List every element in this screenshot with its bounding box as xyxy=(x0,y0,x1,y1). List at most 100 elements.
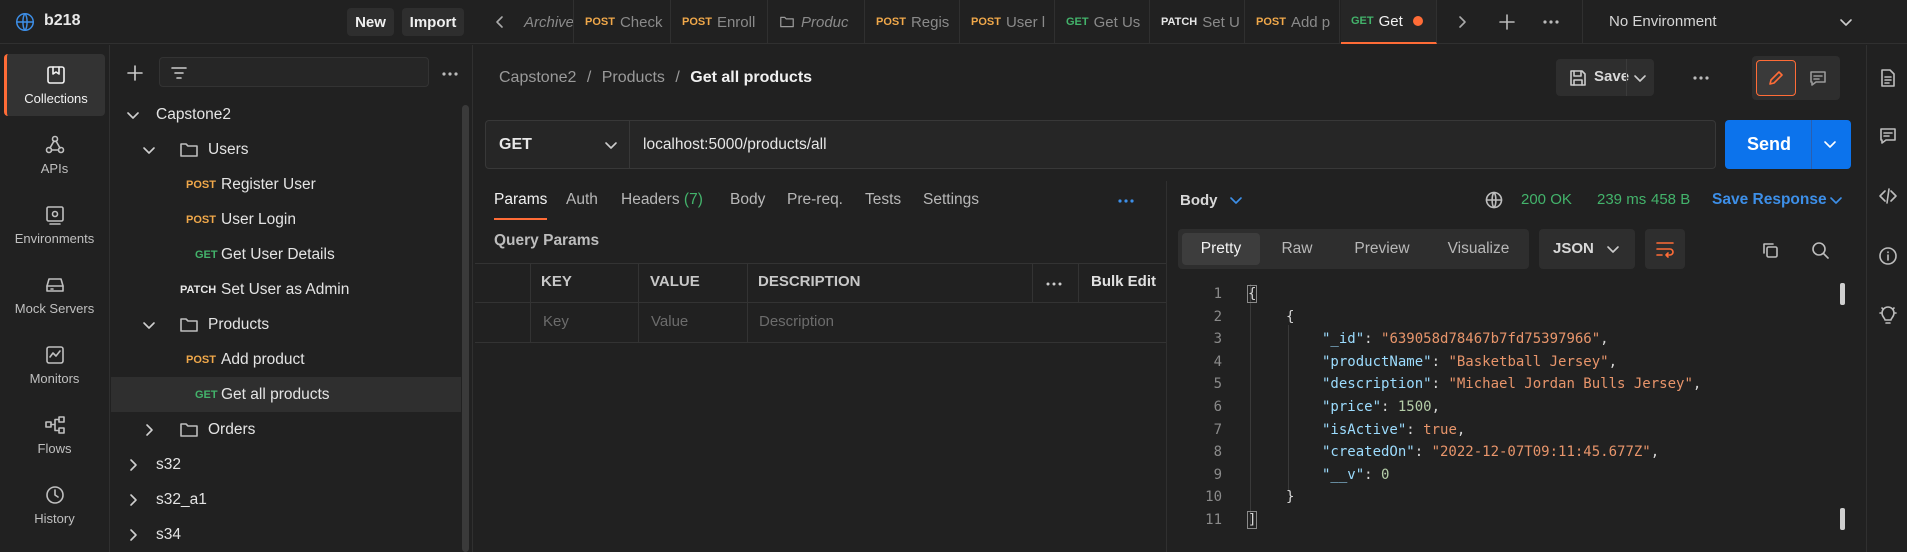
info-icon[interactable] xyxy=(1878,246,1898,266)
json-value: 0 xyxy=(1381,466,1390,483)
response-time[interactable]: 239 ms xyxy=(1597,191,1646,208)
chevron-right-icon[interactable] xyxy=(1452,12,1472,32)
tab-post-user-login[interactable]: POST User l xyxy=(961,0,1055,44)
tree-collection-s32-a1[interactable]: s32_a1 xyxy=(111,482,461,517)
tab-settings[interactable]: Settings xyxy=(923,191,979,209)
json-value: "Michael Jordan Bulls Jersey" xyxy=(1448,376,1693,393)
chevron-down-icon[interactable] xyxy=(1632,70,1648,86)
scroll-marker[interactable] xyxy=(1840,283,1845,305)
lightbulb-icon[interactable] xyxy=(1878,306,1898,326)
comments-icon[interactable] xyxy=(1878,126,1898,146)
tree-collection-s32[interactable]: s32 xyxy=(111,447,461,482)
tab-params[interactable]: Params xyxy=(494,191,547,209)
chevron-down-icon[interactable] xyxy=(1829,193,1843,207)
more-tabs-icon[interactable] xyxy=(1115,190,1137,212)
tab-headers[interactable]: Headers (7) xyxy=(621,191,703,209)
rail-apis[interactable]: APIs xyxy=(4,124,105,186)
wrap-lines-button[interactable] xyxy=(1645,229,1685,269)
pane-divider[interactable] xyxy=(1166,181,1167,552)
rail-history[interactable]: History xyxy=(4,474,105,536)
import-button[interactable]: Import xyxy=(402,8,464,36)
breadcrumb-separator: / xyxy=(675,69,680,86)
comments-mode-button[interactable] xyxy=(1800,60,1836,96)
rail-environments[interactable]: Environments xyxy=(4,194,105,256)
tree-request-get-user-details[interactable]: GET Get User Details xyxy=(111,237,461,272)
response-body-select[interactable]: Body xyxy=(1180,192,1218,209)
tree-request-set-user-admin[interactable]: PATCH Set User as Admin xyxy=(111,272,461,307)
tree-request-add-product[interactable]: POST Add product xyxy=(111,342,461,377)
new-button[interactable]: New xyxy=(347,8,394,36)
more-tabs-icon[interactable] xyxy=(1540,11,1562,33)
tab-pre-request[interactable]: Pre-req. xyxy=(787,191,843,209)
response-size[interactable]: 458 B xyxy=(1651,191,1690,208)
tree-folder-orders[interactable]: Orders xyxy=(111,412,461,447)
chevron-down-icon[interactable] xyxy=(1229,193,1243,207)
bulk-edit-button[interactable]: Bulk Edit xyxy=(1091,273,1156,290)
column-options-icon[interactable] xyxy=(1044,275,1064,293)
view-tab-preview[interactable]: Preview xyxy=(1334,233,1430,265)
save-response-button[interactable]: Save Response xyxy=(1712,191,1827,209)
url-input[interactable]: localhost:5000/products/all xyxy=(629,120,1716,169)
sidebar-more-icon[interactable] xyxy=(439,63,461,85)
environment-select[interactable]: No Environment xyxy=(1582,0,1872,44)
rail-mock-servers[interactable]: Mock Servers xyxy=(4,264,105,326)
rail-monitors[interactable]: Monitors xyxy=(4,334,105,396)
tree-folder-products[interactable]: Products xyxy=(111,307,461,342)
tab-post-enroll[interactable]: POST Enroll xyxy=(672,0,768,44)
rail-collections[interactable]: Collections xyxy=(4,54,105,116)
breadcrumb-item[interactable]: Capstone2 xyxy=(499,69,576,86)
view-tab-raw[interactable]: Raw xyxy=(1262,233,1332,265)
tree-collection-capstone2[interactable]: Capstone2 xyxy=(111,97,461,132)
documentation-icon[interactable] xyxy=(1878,68,1898,88)
tab-products-folder[interactable]: Produc xyxy=(769,0,865,44)
status-code[interactable]: 200 OK xyxy=(1521,191,1572,208)
chevron-left-icon[interactable] xyxy=(490,12,510,32)
view-tab-pretty[interactable]: Pretty xyxy=(1182,233,1260,265)
response-json-viewer[interactable]: 1{ 2{ 3 "_id": "639058d78467b7fd75397966"… xyxy=(1170,283,1850,533)
tab-auth[interactable]: Auth xyxy=(566,191,598,209)
tab-label: Params xyxy=(494,191,548,208)
tab-tests[interactable]: Tests xyxy=(865,191,901,209)
collections-sidebar: Capstone2 Users POST Register User POST … xyxy=(111,45,473,552)
tree-folder-users[interactable]: Users xyxy=(111,132,461,167)
copy-icon[interactable] xyxy=(1760,240,1780,260)
tab-post-register[interactable]: POST Regis xyxy=(866,0,960,44)
tab-get-all-products[interactable]: GET Get xyxy=(1341,0,1437,44)
tab-body[interactable]: Body xyxy=(730,191,765,209)
request-more-icon[interactable] xyxy=(1690,67,1712,89)
method-select[interactable]: GET xyxy=(485,120,630,169)
view-tab-visualize[interactable]: Visualize xyxy=(1432,233,1525,265)
globe-icon[interactable] xyxy=(1485,191,1503,209)
save-button[interactable]: Save xyxy=(1556,59,1654,96)
key-input[interactable]: Key xyxy=(543,313,569,330)
sidebar-search-input[interactable] xyxy=(159,57,429,87)
add-collection-icon[interactable] xyxy=(125,63,145,83)
rail-flows[interactable]: Flows xyxy=(4,404,105,466)
chevron-down-icon[interactable] xyxy=(1822,136,1838,152)
description-input[interactable]: Description xyxy=(759,313,834,330)
tree-request-register-user[interactable]: POST Register User xyxy=(111,167,461,202)
code-icon[interactable] xyxy=(1878,186,1898,206)
scroll-marker[interactable] xyxy=(1840,508,1845,530)
workspace-name[interactable]: b218 xyxy=(44,12,80,30)
tree-label: User Login xyxy=(221,210,296,228)
search-icon[interactable] xyxy=(1810,240,1830,260)
breadcrumb-item[interactable]: Products xyxy=(602,69,665,86)
sidebar-scrollbar[interactable] xyxy=(462,105,469,552)
value-input[interactable]: Value xyxy=(651,313,688,330)
edit-mode-button[interactable] xyxy=(1756,60,1796,96)
tree-collection-s34[interactable]: s34 xyxy=(111,517,461,552)
breadcrumb-current[interactable]: Get all products xyxy=(690,69,812,86)
tab-post-add-product[interactable]: POST Add p xyxy=(1246,0,1340,44)
tree-request-get-all-products[interactable]: GET Get all products xyxy=(111,377,461,412)
chevron-right-icon xyxy=(130,458,137,471)
tab-get-user[interactable]: GET Get Us xyxy=(1056,0,1150,44)
tab-archive[interactable]: Archive xyxy=(516,0,574,44)
format-select[interactable]: JSON xyxy=(1539,229,1635,269)
send-button[interactable]: Send xyxy=(1725,120,1851,169)
add-tab-icon[interactable] xyxy=(1496,11,1518,33)
tree-request-user-login[interactable]: POST User Login xyxy=(111,202,461,237)
tab-post-check[interactable]: POST Check xyxy=(575,0,671,44)
filter-icon[interactable] xyxy=(169,63,189,83)
tab-patch-set-user[interactable]: PATCH Set U xyxy=(1151,0,1245,44)
